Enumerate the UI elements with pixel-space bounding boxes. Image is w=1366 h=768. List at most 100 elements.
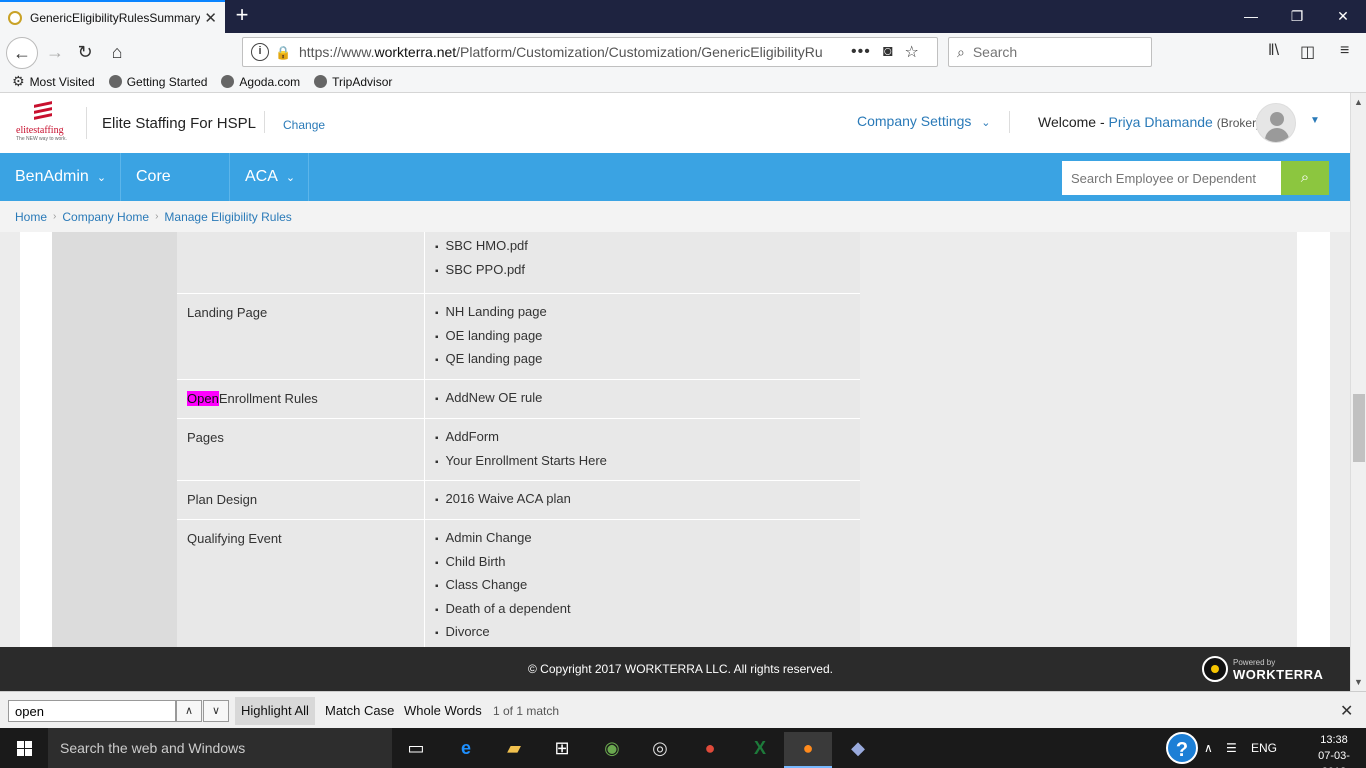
welcome-text: Welcome - Priya Dhamande (Broker)	[1038, 114, 1261, 130]
list-item[interactable]: Death of a dependent	[435, 599, 850, 623]
list-item[interactable]: Child Birth	[435, 552, 850, 576]
find-close-icon[interactable]: ✕	[1340, 701, 1353, 721]
chrome-icon[interactable]: ●	[686, 732, 734, 768]
list-item[interactable]: SBC HMO.pdf	[435, 236, 850, 260]
excel-icon[interactable]: X	[736, 732, 784, 768]
avatar[interactable]	[1256, 103, 1296, 143]
find-input[interactable]	[8, 700, 176, 722]
change-company-link[interactable]: Change	[283, 118, 325, 132]
find-next-button[interactable]: ∨	[203, 700, 229, 722]
list-item[interactable]: Your Enrollment Starts Here	[435, 451, 850, 475]
eligibility-rules-table: SBC HMO.pdf SBC PPO.pdf Landing Page NH …	[177, 232, 1297, 647]
table-row: OpenEnrollment Rules AddNew OE rule	[177, 380, 860, 419]
task-view-icon[interactable]: ▭	[392, 732, 440, 768]
browser-search-input[interactable]	[972, 44, 1133, 60]
match-count: 1 of 1 match	[493, 704, 560, 718]
app-icon[interactable]: ◉	[588, 732, 636, 768]
whole-words-toggle[interactable]: Whole Words	[398, 697, 488, 725]
breadcrumb-company-home[interactable]: Company Home	[62, 210, 149, 224]
reload-icon[interactable]: ↻	[70, 38, 100, 66]
powered-by-logo: Powered by WORKTERRA	[1202, 656, 1323, 684]
list-item[interactable]: Divorce	[435, 622, 850, 646]
tripadvisor-icon[interactable]: ◎	[636, 732, 684, 768]
tab-close-icon[interactable]: ✕	[204, 9, 217, 27]
match-case-toggle[interactable]: Match Case	[319, 697, 400, 725]
page-actions-icon[interactable]: •••	[851, 43, 871, 61]
browser-search-box[interactable]: ⌕	[948, 37, 1152, 67]
notification-icon[interactable]: ☰	[1226, 728, 1237, 768]
user-menu-caret-icon[interactable]: ▼	[1310, 115, 1320, 126]
list-item[interactable]: AddNew OE rule	[435, 388, 850, 412]
company-settings-menu[interactable]: Company Settings ⌄	[857, 113, 991, 129]
bookmark-agoda[interactable]: Agoda.com	[221, 75, 300, 89]
scrollbar-thumb[interactable]	[1353, 394, 1365, 462]
menu-hamburger-icon[interactable]: ≡	[1340, 42, 1349, 60]
list-item[interactable]: QE landing page	[435, 349, 850, 373]
back-arrow-icon[interactable]: ←	[6, 37, 38, 69]
menu-core-hr[interactable]: Core HR⌄	[121, 153, 230, 233]
list-item[interactable]: OE landing page	[435, 326, 850, 350]
bookmark-getting-started[interactable]: Getting Started	[108, 75, 207, 89]
new-tab-button[interactable]: +	[230, 4, 254, 28]
site-info-icon[interactable]: i	[251, 43, 269, 61]
url-bar[interactable]: i 🔒 https://www.workterra.net/Platform/C…	[242, 37, 938, 67]
lock-icon: 🔒	[275, 45, 292, 60]
company-logo[interactable]: elitestaffing The NEW way to work.	[14, 101, 70, 143]
browser-tab[interactable]: GenericEligibilityRulesSummary ✕	[0, 0, 225, 33]
breadcrumb-home[interactable]: Home	[15, 210, 47, 224]
taskbar-search[interactable]: Search the web and Windows	[48, 728, 392, 768]
list-item[interactable]: AddForm	[435, 427, 850, 451]
store-icon[interactable]: ⊞	[538, 732, 586, 768]
gear-icon: ⚙	[12, 73, 25, 89]
chevron-down-icon: ⌄	[96, 172, 107, 184]
firefox-icon[interactable]: ●	[784, 732, 832, 768]
scroll-down-icon[interactable]: ▼	[1354, 677, 1363, 687]
row-label: OpenEnrollment Rules	[177, 380, 425, 418]
find-highlight: Open	[187, 391, 219, 406]
breadcrumb-manage-eligibility-rules[interactable]: Manage Eligibility Rules	[164, 210, 291, 224]
bookmark-star-icon[interactable]: ☆	[904, 42, 918, 62]
menu-aca[interactable]: ACA ⌄	[230, 153, 309, 201]
file-explorer-icon[interactable]: ▰	[490, 732, 538, 768]
menu-benadmin[interactable]: BenAdmin ⌄	[0, 153, 121, 201]
clock[interactable]: 13:38 07-03-2018	[1306, 732, 1362, 768]
tray-chevron-icon[interactable]: ∧	[1204, 728, 1213, 768]
list-item[interactable]: NH Landing page	[435, 302, 850, 326]
user-name[interactable]: Priya Dhamande	[1109, 114, 1213, 130]
list-item[interactable]: 2016 Waive ACA plan	[435, 489, 850, 513]
bookmarks-bar: ⚙ Most Visited Getting Started Agoda.com …	[0, 71, 1366, 93]
table-row: Pages AddForm Your Enrollment Starts Her…	[177, 419, 860, 481]
site-favicon-icon	[8, 10, 22, 25]
library-icon[interactable]: ‖\	[1268, 42, 1279, 60]
forward-arrow-icon[interactable]: →	[40, 38, 70, 66]
row-label	[177, 232, 425, 293]
notepad-icon[interactable]: ◆	[834, 732, 882, 768]
pocket-icon[interactable]: ◙	[883, 43, 893, 61]
employee-search-input[interactable]	[1062, 161, 1282, 195]
globe-icon	[221, 75, 235, 88]
page-footer: © Copyright 2017 WORKTERRA LLC. All righ…	[0, 647, 1350, 691]
minimize-icon[interactable]: —	[1228, 0, 1274, 33]
highlight-all-toggle[interactable]: Highlight All	[235, 697, 315, 725]
sidebar-icon[interactable]: ◫	[1300, 42, 1315, 62]
help-icon[interactable]: ?	[1166, 732, 1198, 764]
edge-icon[interactable]: e	[442, 732, 490, 768]
windows-start-icon[interactable]	[0, 728, 48, 768]
language-indicator[interactable]: ENG	[1251, 728, 1277, 768]
home-icon[interactable]: ⌂	[102, 38, 132, 66]
scroll-up-icon[interactable]: ▲	[1354, 97, 1363, 107]
bookmark-tripadvisor[interactable]: TripAdvisor	[314, 75, 392, 89]
copyright-text: © Copyright 2017 WORKTERRA LLC. All righ…	[528, 662, 833, 676]
search-icon: ⌕	[957, 43, 965, 60]
find-previous-button[interactable]: ∧	[176, 700, 202, 722]
page-scrollbar[interactable]: ▲ ▼	[1350, 93, 1366, 691]
bookmark-most-visited[interactable]: ⚙ Most Visited	[12, 73, 95, 90]
window-close-icon[interactable]: ✕	[1320, 0, 1366, 33]
restore-icon[interactable]: ❐	[1274, 0, 1320, 33]
list-item[interactable]: Admin Change	[435, 528, 850, 552]
list-item[interactable]: SBC PPO.pdf	[435, 260, 850, 284]
globe-icon	[108, 75, 122, 88]
employee-search-button[interactable]: ⌕	[1281, 161, 1329, 195]
app-header: elitestaffing The NEW way to work. Elite…	[0, 93, 1350, 153]
list-item[interactable]: Class Change	[435, 575, 850, 599]
